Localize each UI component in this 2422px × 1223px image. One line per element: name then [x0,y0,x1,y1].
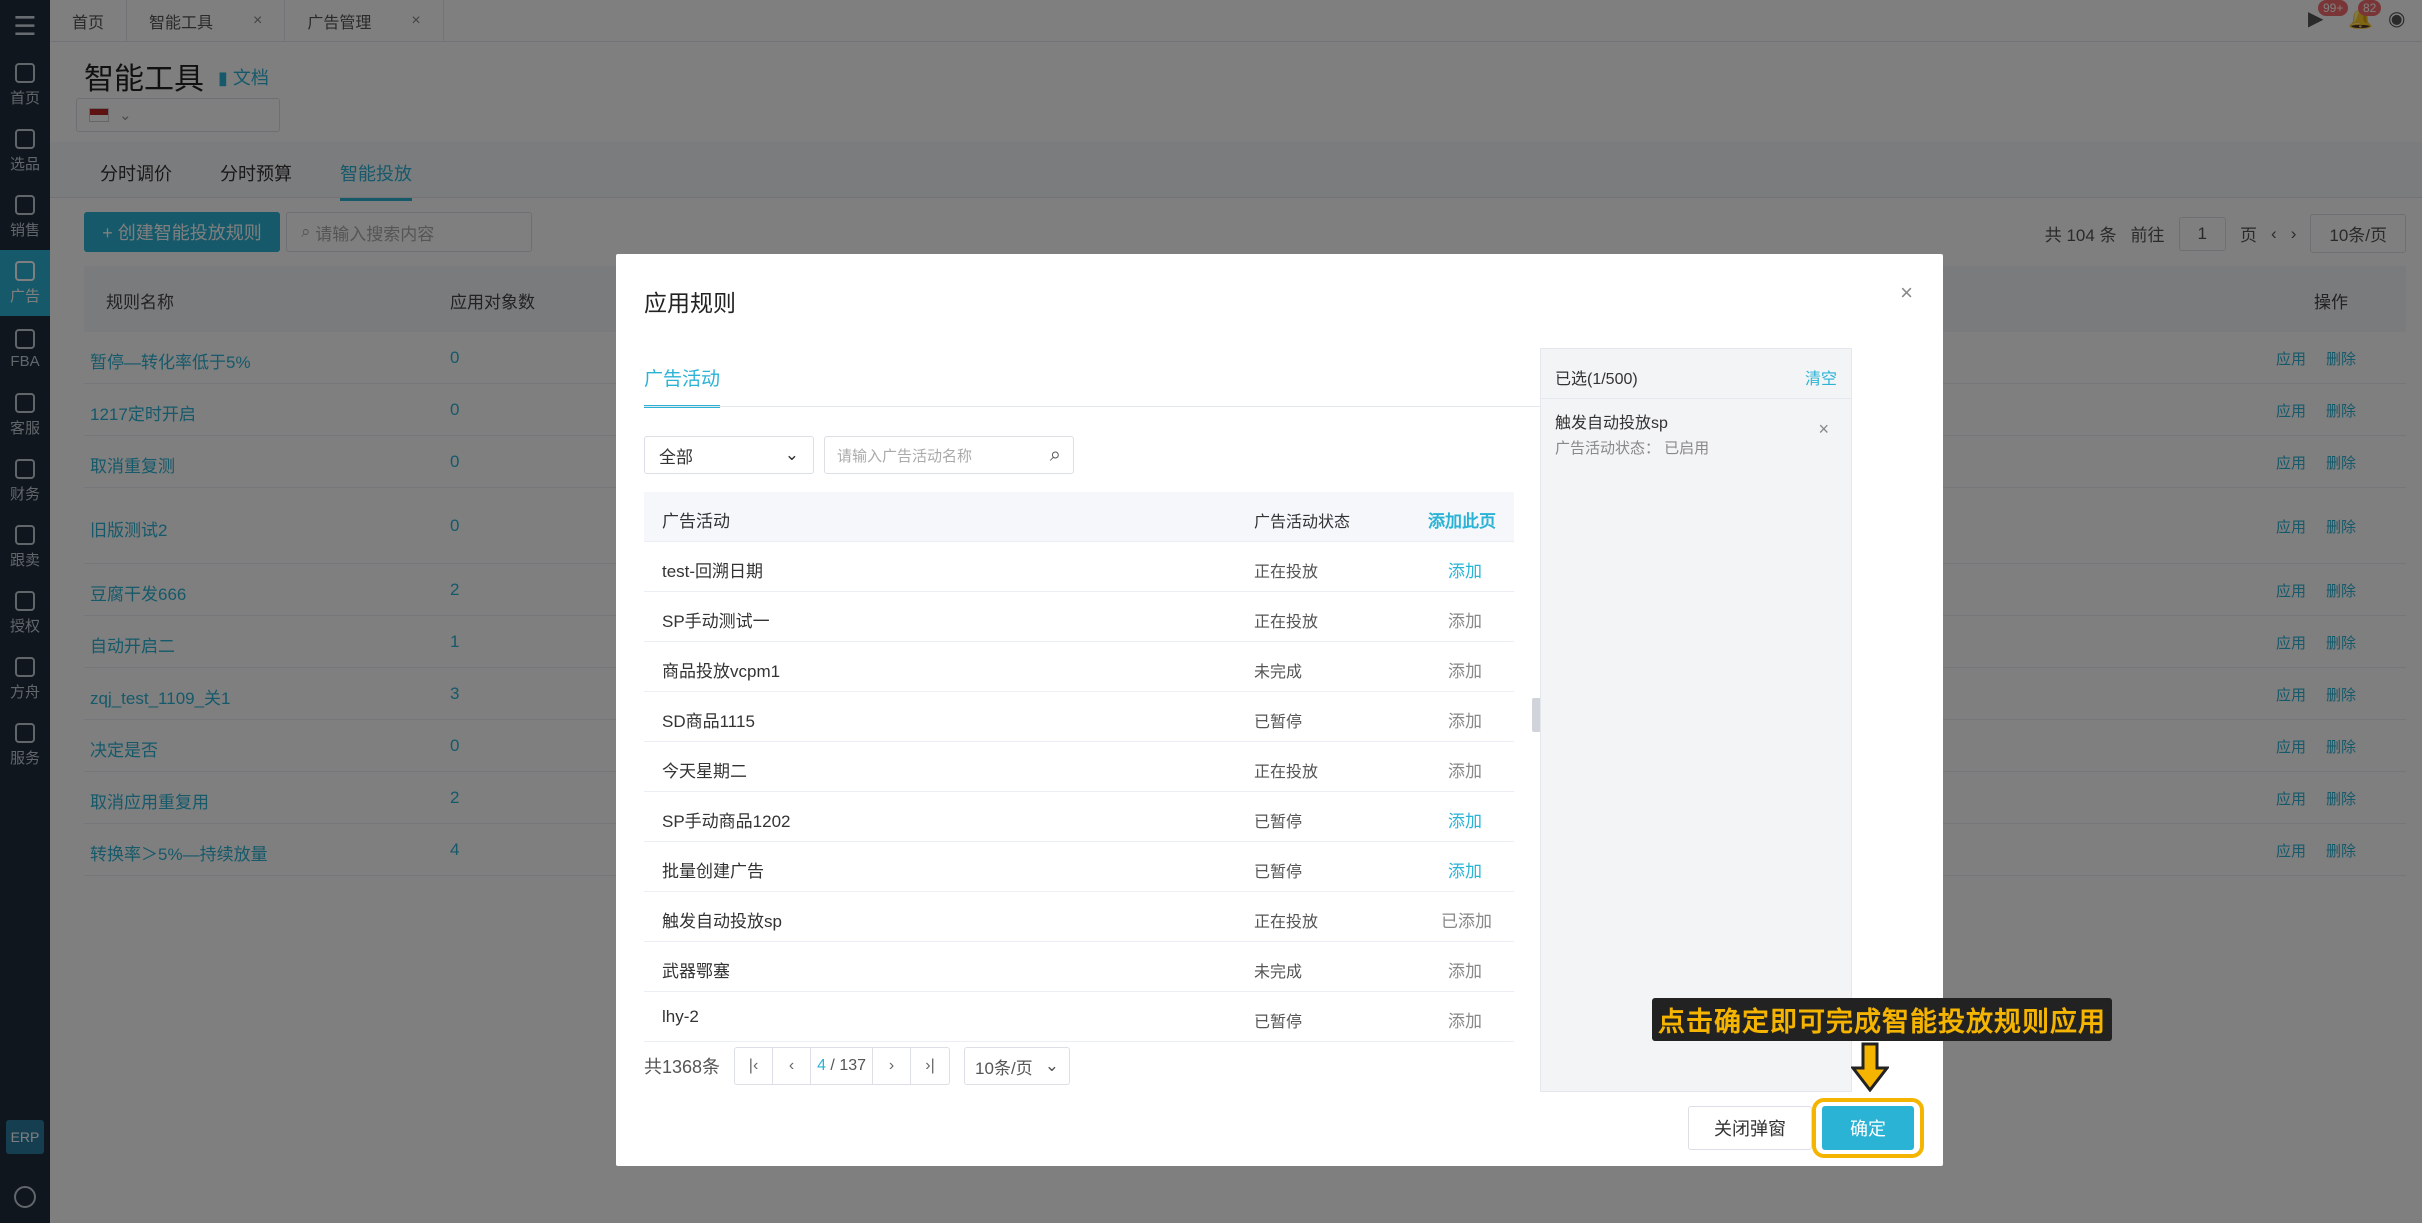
campaign-name: 批量创建广告 [662,862,764,881]
campaign-status: 已暂停 [1254,714,1303,731]
arrow-down-icon [1851,1042,1889,1092]
select-value: 10条/页 [975,1058,1033,1078]
tutorial-callout: 点击确定即可完成智能投放规则应用 [1652,998,2112,1041]
last-page-icon[interactable]: ›| [911,1048,949,1084]
selected-header: 已选(1/500) 清空 [1541,349,1851,399]
selected-item-status: 广告活动状态： 已启用 [1555,440,1710,457]
add-page-button[interactable]: 添加此页 [1428,507,1496,532]
campaign-name: test-回溯日期 [662,562,764,581]
table-row: SP手动商品1202 已暂停 添加 [644,792,1514,842]
search-icon[interactable]: ⌕ [1050,444,1061,467]
add-button[interactable]: 添加 [1448,1007,1482,1032]
modal-pager: 共1368条 |‹ ‹ 4 / 137 › ›| 10条/页 ⌄ [644,1047,1070,1085]
table-row: lhy-2 已暂停 添加 [644,992,1514,1042]
campaign-search-input[interactable]: 请输入广告活动名称 ⌕ [824,436,1074,474]
table-row: test-回溯日期 正在投放 添加 [644,542,1514,592]
status-filter-select[interactable]: 全部 ⌄ [644,436,814,474]
add-button[interactable]: 添加 [1448,757,1482,782]
campaign-table: 广告活动 广告活动状态 添加此页 test-回溯日期 正在投放 添加 SP手动测试一… [644,492,1514,1042]
confirm-button[interactable]: 确定 [1822,1106,1914,1150]
table-row: SD商品1115 已暂停 添加 [644,692,1514,742]
table-header: 广告活动 广告活动状态 添加此页 [644,492,1514,542]
selected-item: 触发自动投放sp 广告活动状态： 已启用 × [1541,399,1851,463]
tab-divider [644,406,1544,407]
selected-count: 已选(1/500) [1555,371,1638,388]
remove-icon[interactable]: × [1818,419,1829,440]
add-button[interactable]: 添加 [1448,657,1482,682]
page-indicator[interactable]: 4 / 137 [811,1048,874,1084]
table-row: 触发自动投放sp 正在投放 已添加 [644,892,1514,942]
add-button[interactable]: 添加 [1448,707,1482,732]
add-button[interactable]: 添加 [1448,957,1482,982]
first-page-icon[interactable]: |‹ [735,1048,774,1084]
campaign-name: lhy-2 [662,1007,699,1026]
modal-title: 应用规则 [644,290,736,316]
add-button[interactable]: 添加 [1448,857,1482,882]
prev-page-icon[interactable]: ‹ [773,1048,812,1084]
close-icon[interactable]: × [1900,280,1913,306]
table-row: 今天星期二 正在投放 添加 [644,742,1514,792]
campaign-status: 未完成 [1254,964,1303,981]
campaign-status: 已暂停 [1254,864,1303,881]
campaign-status: 未完成 [1254,664,1303,681]
search-placeholder: 请输入广告活动名称 [837,447,973,465]
campaign-name: SD商品1115 [662,712,755,731]
added-label: 已添加 [1441,912,1492,931]
campaign-status: 已暂停 [1254,814,1303,831]
table-row: 商品投放vcpm1 未完成 添加 [644,642,1514,692]
campaign-status: 正在投放 [1254,564,1319,581]
close-modal-button[interactable]: 关闭弹窗 [1688,1106,1812,1150]
campaign-name: SP手动商品1202 [662,812,791,831]
tab-campaigns[interactable]: 广告活动 [644,364,721,408]
campaign-status: 正在投放 [1254,614,1319,631]
column-header: 广告活动状态 [1254,514,1351,531]
selected-item-name: 触发自动投放sp [1555,415,1668,432]
total-count: 共1368条 [644,1057,721,1077]
campaign-status: 正在投放 [1254,764,1319,781]
table-row: SP手动测试一 正在投放 添加 [644,592,1514,642]
campaign-status: 正在投放 [1254,914,1319,931]
chevron-down-icon: ⌄ [784,445,799,464]
campaign-name: SP手动测试一 [662,612,770,631]
current-page: 4 [817,1057,826,1074]
table-row: 批量创建广告 已暂停 添加 [644,842,1514,892]
add-button[interactable]: 添加 [1448,607,1482,632]
table-row: 武器鄂塞 未完成 添加 [644,942,1514,992]
campaign-status: 已暂停 [1254,1014,1303,1031]
campaign-name: 触发自动投放sp [662,912,782,931]
campaign-name: 武器鄂塞 [662,962,730,981]
highlight-frame: 确定 [1812,1098,1924,1158]
selected-panel: 已选(1/500) 清空 触发自动投放sp 广告活动状态： 已启用 × [1540,348,1852,1092]
add-button[interactable]: 添加 [1448,807,1482,832]
page-size-select[interactable]: 10条/页 ⌄ [964,1047,1070,1085]
clear-button[interactable]: 清空 [1805,365,1837,389]
campaign-name: 今天星期二 [662,762,747,781]
add-button[interactable]: 添加 [1448,557,1482,582]
next-page-icon[interactable]: › [873,1048,912,1084]
pager-buttons: |‹ ‹ 4 / 137 › ›| [734,1047,951,1085]
column-header: 广告活动 [662,512,730,531]
campaign-name: 商品投放vcpm1 [662,662,781,681]
chevron-down-icon: ⌄ [1044,1056,1059,1075]
total-pages: / 137 [830,1057,867,1074]
select-value: 全部 [659,447,693,467]
